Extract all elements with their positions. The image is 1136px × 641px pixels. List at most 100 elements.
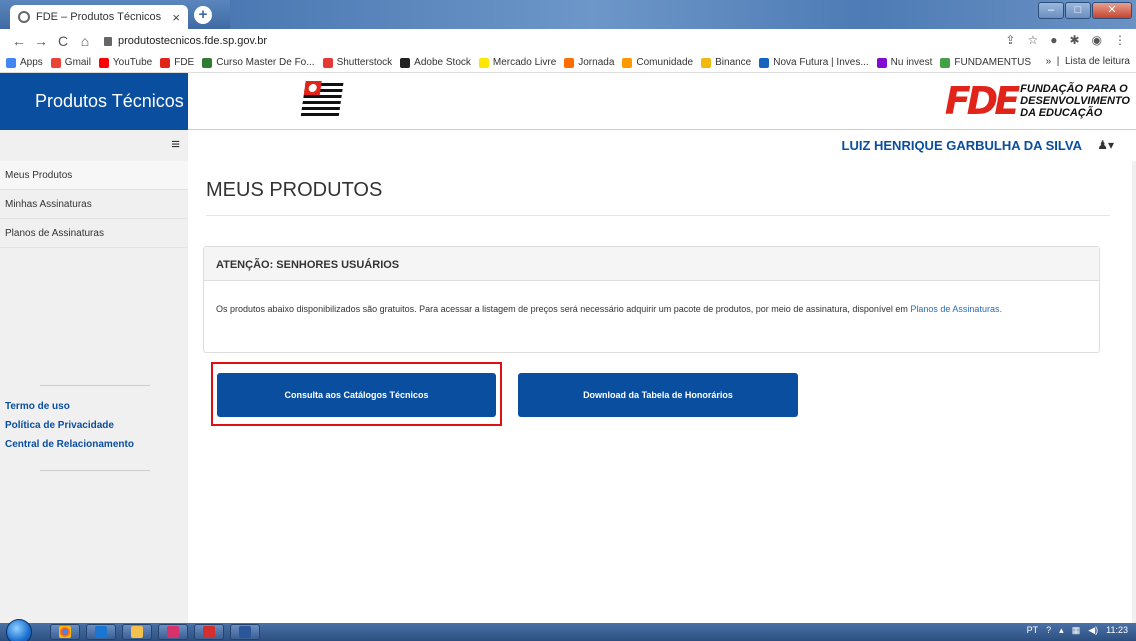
- link-central-de-relacionamento[interactable]: Central de Relacionamento: [5, 439, 134, 450]
- more-bookmarks-icon[interactable]: »: [1046, 56, 1052, 67]
- shutterstock-icon: [322, 57, 333, 68]
- sidebar-footer-links: Termo de uso Política de Privacidade Cen…: [5, 401, 134, 458]
- browser-tabstrip: FDE – Produtos Técnicos × + – □ ✕: [0, 0, 1136, 29]
- bookmark-nova-futura[interactable]: Nova Futura | Inves...: [759, 57, 869, 68]
- bookmark-youtube[interactable]: YouTube: [98, 57, 152, 68]
- sidebar-item-meus-produtos[interactable]: Meus Produtos: [0, 161, 188, 190]
- brand-title[interactable]: Produtos Técnicos: [0, 73, 188, 130]
- back-icon[interactable]: ←: [8, 33, 30, 49]
- star-icon[interactable]: ☆: [1027, 33, 1038, 47]
- link-termo-de-uso[interactable]: Termo de uso: [5, 401, 134, 412]
- tab-title: FDE – Produtos Técnicos: [36, 11, 162, 23]
- bookmark-comunidade[interactable]: Comunidade: [622, 57, 693, 68]
- windows-taskbar: PT ? ▴ ▦ ◀) 11:23: [0, 619, 1136, 641]
- bookmark-mercado-livre[interactable]: Mercado Livre: [478, 57, 556, 68]
- profile-icon[interactable]: ◉: [1092, 33, 1102, 47]
- link-planos-de-assinaturas[interactable]: Planos de Assinaturas.: [910, 304, 1002, 314]
- help-icon[interactable]: ?: [1046, 625, 1051, 636]
- apps-grid-icon: [6, 57, 16, 68]
- forward-icon[interactable]: →: [30, 33, 52, 49]
- system-tray: PT ? ▴ ▦ ◀) 11:23: [1027, 625, 1128, 636]
- close-window-icon[interactable]: ✕: [1092, 2, 1132, 19]
- minimize-icon[interactable]: –: [1038, 2, 1064, 19]
- sidebar-item-planos-de-assinaturas[interactable]: Planos de Assinaturas: [0, 219, 188, 248]
- start-button[interactable]: [6, 619, 32, 641]
- download-tabela-button[interactable]: Download da Tabela de Honorários: [518, 373, 798, 417]
- bookmark-adobe-stock[interactable]: Adobe Stock: [400, 57, 471, 68]
- taskbar-word[interactable]: [230, 624, 260, 640]
- site-header: Produtos Técnicos FDE FUNDAÇÃO PARA O DE…: [0, 73, 1136, 130]
- notice-text: Os produtos abaixo disponibilizados são …: [216, 304, 911, 314]
- comunidade-icon: [622, 57, 633, 68]
- gmail-icon: [50, 57, 61, 68]
- taskbar-chrome[interactable]: [50, 624, 80, 640]
- chrome-icon: [59, 626, 71, 638]
- user-dropdown-icon[interactable]: ♟▾: [1097, 138, 1114, 152]
- taskbar-indesign[interactable]: [158, 624, 188, 640]
- reload-icon[interactable]: C: [52, 33, 74, 49]
- sidebar-divider: [40, 470, 150, 471]
- clock[interactable]: 11:23: [1106, 625, 1128, 636]
- tabstrip-background: [230, 0, 1136, 29]
- language-indicator[interactable]: PT: [1027, 625, 1039, 636]
- url-field[interactable]: produtostecnicos.fde.sp.gov.br: [104, 35, 267, 47]
- close-tab-icon[interactable]: ×: [172, 10, 180, 25]
- tray-arrow-icon[interactable]: ▴: [1059, 625, 1064, 636]
- screen: FDE – Produtos Técnicos × + – □ ✕ ← → C …: [0, 0, 1136, 641]
- binance-icon: [701, 57, 712, 68]
- browser-tab-active[interactable]: FDE – Produtos Técnicos ×: [10, 5, 188, 29]
- bookmark-apps[interactable]: Apps: [6, 57, 43, 68]
- extension-icon[interactable]: ●: [1050, 33, 1057, 47]
- puzzle-icon[interactable]: ✱: [1069, 33, 1079, 47]
- bookmark-shutterstock[interactable]: Shutterstock: [322, 57, 392, 68]
- scrollbar[interactable]: [1132, 161, 1136, 623]
- reading-list-button[interactable]: Lista de leitura: [1065, 56, 1130, 67]
- notice-panel: ATENÇÃO: SENHORES USUÁRIOS Os produtos a…: [203, 246, 1100, 353]
- mercado-livre-icon: [478, 57, 489, 68]
- word-icon: [239, 626, 251, 638]
- sidebar-divider: [40, 385, 150, 386]
- bookmark-gmail[interactable]: Gmail: [50, 57, 91, 68]
- jornada-icon: [564, 57, 575, 68]
- fde-logo-mark: FDE: [944, 79, 1020, 123]
- indesign-icon: [167, 626, 179, 638]
- youtube-icon: [98, 57, 109, 68]
- taskbar-outlook[interactable]: [86, 624, 116, 640]
- bookmarks-bar: Apps Gmail YouTube FDE Curso Master De F…: [0, 53, 1136, 73]
- url-text: produtostecnicos.fde.sp.gov.br: [118, 35, 267, 47]
- network-icon[interactable]: ▦: [1072, 625, 1081, 636]
- bookmark-fde[interactable]: FDE: [160, 57, 194, 68]
- fde-icon: [160, 57, 171, 68]
- adobe-stock-icon: [400, 57, 411, 68]
- share-icon[interactable]: ⇪: [1005, 33, 1015, 47]
- bookmark-curso[interactable]: Curso Master De Fo...: [202, 57, 315, 68]
- fde-logo: FDE FUNDAÇÃO PARA O DESENVOLVIMENTO DA E…: [945, 81, 1130, 121]
- folder-icon: [131, 626, 143, 638]
- bookmark-fundamentus[interactable]: FUNDAMENTUS: [940, 57, 1031, 68]
- user-name[interactable]: LUIZ HENRIQUE GARBULHA DA SILVA: [842, 138, 1083, 153]
- title-divider: [206, 215, 1110, 216]
- sidebar-item-minhas-assinaturas[interactable]: Minhas Assinaturas: [0, 190, 188, 219]
- volume-icon[interactable]: ◀): [1088, 625, 1098, 636]
- sidebar-toggle-area: ≡: [0, 130, 188, 161]
- main-content: MEUS PRODUTOS ATENÇÃO: SENHORES USUÁRIOS…: [188, 161, 1136, 623]
- taskbar-acrobat[interactable]: [194, 624, 224, 640]
- acrobat-icon: [203, 626, 215, 638]
- notice-body: Os produtos abaixo disponibilizados são …: [204, 281, 1099, 316]
- new-tab-button[interactable]: +: [194, 6, 212, 24]
- hamburger-menu-icon[interactable]: ≡: [171, 136, 180, 153]
- curso-icon: [202, 57, 213, 68]
- maximize-icon[interactable]: □: [1065, 2, 1091, 19]
- user-bar: LUIZ HENRIQUE GARBULHA DA SILVA ♟▾: [188, 130, 1136, 161]
- consulta-catalogos-button[interactable]: Consulta aos Catálogos Técnicos: [217, 373, 496, 417]
- menu-dots-icon[interactable]: ⋮: [1114, 33, 1126, 47]
- taskbar-explorer[interactable]: [122, 624, 152, 640]
- bookmark-binance[interactable]: Binance: [701, 57, 751, 68]
- nova-futura-icon: [759, 57, 770, 68]
- toolbar-icons: ⇪ ☆ ● ✱ ◉ ⋮: [1005, 33, 1126, 47]
- home-icon[interactable]: ⌂: [74, 33, 96, 49]
- bookmark-nu-invest[interactable]: Nu invest: [876, 57, 932, 68]
- bookmark-jornada[interactable]: Jornada: [564, 57, 614, 68]
- fundamentus-icon: [940, 57, 951, 68]
- link-politica-de-privacidade[interactable]: Política de Privacidade: [5, 420, 134, 431]
